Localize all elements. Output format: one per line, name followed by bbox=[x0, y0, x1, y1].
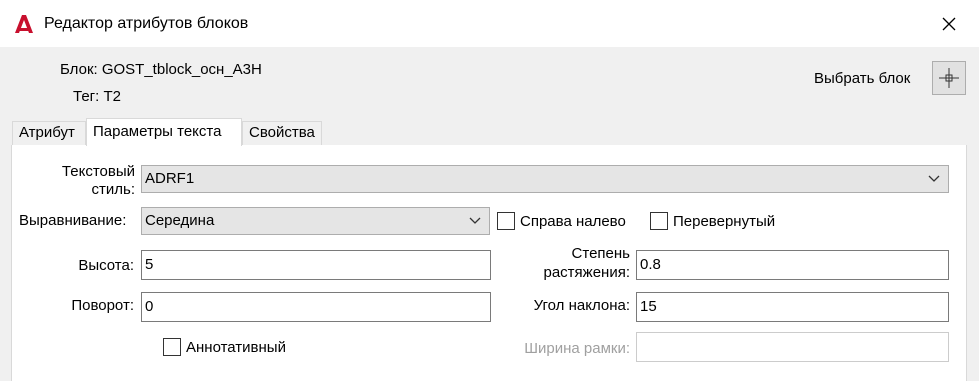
block-name-label: Блок: GOST_tblock_осн_А3Н bbox=[60, 61, 262, 78]
oblique-angle-input[interactable]: 15 bbox=[636, 292, 949, 322]
close-icon[interactable] bbox=[938, 13, 960, 35]
autocad-app-icon bbox=[12, 12, 36, 36]
text-style-label: Текстовый стиль: bbox=[61, 163, 135, 198]
height-input[interactable]: 5 bbox=[141, 250, 491, 280]
tab-attribute[interactable]: Атрибут bbox=[12, 121, 86, 145]
text-style-select[interactable]: ADRF1 bbox=[141, 165, 949, 193]
rotation-label: Поворот: bbox=[71, 297, 134, 314]
boundary-width-input bbox=[636, 332, 949, 362]
boundary-width-label: Ширина рамки: bbox=[524, 340, 630, 357]
pick-block-label: Выбрать блок bbox=[814, 70, 911, 87]
pick-block-button[interactable] bbox=[932, 61, 966, 95]
upside-down-label: Перевернутый bbox=[673, 213, 776, 230]
width-factor-label: Степень растяжения: bbox=[543, 245, 630, 281]
annotative-label: Аннотативный bbox=[186, 339, 286, 356]
tab-text-options[interactable]: Параметры текста bbox=[86, 118, 242, 146]
rotation-input[interactable]: 0 bbox=[141, 292, 491, 322]
tag-label: Тег: Т2 bbox=[73, 88, 121, 105]
backwards-label: Справа налево bbox=[520, 213, 626, 230]
width-factor-input[interactable]: 0.8 bbox=[636, 250, 949, 280]
justification-select[interactable]: Середина bbox=[141, 207, 490, 235]
upside-down-checkbox[interactable] bbox=[650, 212, 668, 230]
height-label: Высота: bbox=[78, 257, 134, 274]
chevron-down-icon bbox=[469, 217, 481, 224]
annotative-checkbox[interactable] bbox=[163, 338, 181, 356]
justification-label: Выравнивание: bbox=[19, 212, 127, 229]
tab-properties[interactable]: Свойства bbox=[242, 121, 322, 145]
window-title: Редактор атрибутов блоков bbox=[44, 15, 249, 32]
oblique-angle-label: Угол наклона: bbox=[533, 297, 630, 314]
crosshair-icon bbox=[939, 68, 959, 88]
backwards-checkbox[interactable] bbox=[497, 212, 515, 230]
chevron-down-icon bbox=[928, 175, 940, 182]
